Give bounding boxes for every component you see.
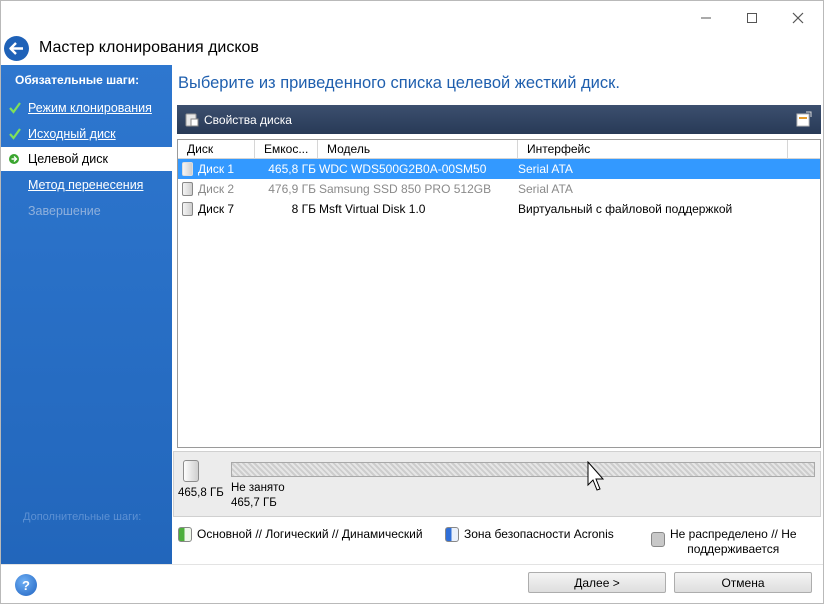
disk-row[interactable]: Диск 2 476,9 ГБ Samsung SSD 850 PRO 512G… <box>178 179 820 199</box>
help-button[interactable]: ? <box>15 574 37 596</box>
step-transfer-method[interactable]: Метод перенесения <box>1 173 172 197</box>
disk-model: WDC WDS500G2B0A-00SM50 <box>319 162 487 176</box>
legend-label: Зона безопасности Acronis <box>464 527 614 541</box>
disk-row[interactable]: Диск 1 465,8 ГБ WDC WDS500G2B0A-00SM50 S… <box>178 159 820 179</box>
current-step-arrow-icon <box>1 147 28 171</box>
instruction-text: Выберите из приведенного списка целевой … <box>178 74 620 92</box>
step-label: Исходный диск <box>28 127 116 141</box>
legend-primary: Основной // Логический // Динамический <box>178 527 423 542</box>
minimize-button[interactable] <box>683 1 729 35</box>
column-header-capacity[interactable]: Емкос... <box>255 140 318 158</box>
column-header-disk[interactable]: Диск <box>178 140 255 158</box>
close-icon <box>792 12 804 24</box>
disk-map-size: 465,8 ГБ <box>178 487 224 499</box>
disk-interface: Serial ATA <box>518 162 573 176</box>
legend-unallocated: Не распределено // Не поддерживается <box>651 527 797 557</box>
step-label: Метод перенесения <box>28 178 144 192</box>
disk-list-header: Диск Емкос... Модель Интерфейс <box>178 140 820 159</box>
hard-disk-icon <box>182 202 193 216</box>
wizard-title: Мастер клонирования дисков <box>39 39 259 56</box>
minimize-icon <box>701 17 711 19</box>
disk-interface: Serial ATA <box>518 182 573 196</box>
partition-label: Не занято <box>231 482 285 494</box>
legend-swatch-blue <box>445 527 459 542</box>
mouse-cursor-icon <box>587 461 605 491</box>
wizard-window: Мастер клонирования дисков Обязательные … <box>0 0 824 604</box>
disk-capacity: 8 ГБ <box>291 202 316 216</box>
step-finish: Завершение <box>1 199 172 223</box>
disk-capacity: 476,9 ГБ <box>268 182 316 196</box>
legend-label: Основной // Логический // Динамический <box>197 527 423 541</box>
disk-map: 465,8 ГБ Не занято 465,7 ГБ <box>173 451 821 517</box>
disk-name: Диск 2 <box>198 182 235 196</box>
sidebar-heading: Обязательные шаги: <box>15 73 140 87</box>
wizard-header: Мастер клонирования дисков <box>1 35 823 65</box>
wizard-footer: ? Далее > Отмена <box>1 564 823 603</box>
unallocated-partition-bar[interactable] <box>231 462 815 477</box>
partition-size: 465,7 ГБ <box>231 497 277 509</box>
legend-label: Не распределено // Не <box>670 527 797 541</box>
steps-sidebar: Обязательные шаги: Режим клонирования Ис… <box>1 65 172 564</box>
disk-model: Msft Virtual Disk 1.0 <box>319 202 426 216</box>
step-target-disk[interactable]: Целевой диск <box>1 147 172 171</box>
column-header-interface[interactable]: Интерфейс <box>518 140 788 158</box>
disk-model: Samsung SSD 850 PRO 512GB <box>319 182 492 196</box>
disk-name: Диск 7 <box>198 202 235 216</box>
disk-row[interactable]: Диск 7 8 ГБ Msft Virtual Disk 1.0 Виртуа… <box>178 199 820 219</box>
hard-disk-icon <box>182 162 193 176</box>
legend-acronis: Зона безопасности Acronis <box>445 527 614 542</box>
hard-disk-icon <box>182 182 193 196</box>
disk-list: Диск Емкос... Модель Интерфейс Диск 1 46… <box>177 139 821 448</box>
close-button[interactable] <box>775 1 821 35</box>
legend-swatch-gray <box>651 532 665 547</box>
disk-interface: Виртуальный с файловой поддержкой <box>518 202 733 216</box>
next-button[interactable]: Далее > <box>528 572 666 593</box>
maximize-button[interactable] <box>729 1 775 35</box>
disk-toolbar: Свойства диска <box>177 105 821 134</box>
cancel-button[interactable]: Отмена <box>674 572 812 593</box>
title-bar <box>1 1 823 35</box>
maximize-icon <box>747 13 757 23</box>
disk-capacity: 465,8 ГБ <box>268 162 316 176</box>
toolbar-options-icon[interactable] <box>796 111 812 127</box>
back-button[interactable] <box>4 36 29 61</box>
disk-properties-button[interactable]: Свойства диска <box>204 113 292 127</box>
back-arrow-icon <box>9 42 23 55</box>
checkmark-icon <box>1 122 28 146</box>
step-label: Завершение <box>28 204 101 218</box>
sidebar-optional-heading: Дополнительные шаги: <box>23 511 142 523</box>
step-clone-mode[interactable]: Режим клонирования <box>1 96 172 120</box>
legend-swatch-green <box>178 527 192 542</box>
disk-properties-icon[interactable] <box>185 113 199 127</box>
column-header-model[interactable]: Модель <box>318 140 518 158</box>
step-label: Режим клонирования <box>28 101 152 115</box>
checkmark-icon <box>1 96 28 120</box>
step-label: Целевой диск <box>28 152 108 166</box>
step-source-disk[interactable]: Исходный диск <box>1 122 172 146</box>
disk-name: Диск 1 <box>198 162 235 176</box>
legend-label: поддерживается <box>687 542 780 556</box>
hard-disk-icon <box>183 460 199 482</box>
